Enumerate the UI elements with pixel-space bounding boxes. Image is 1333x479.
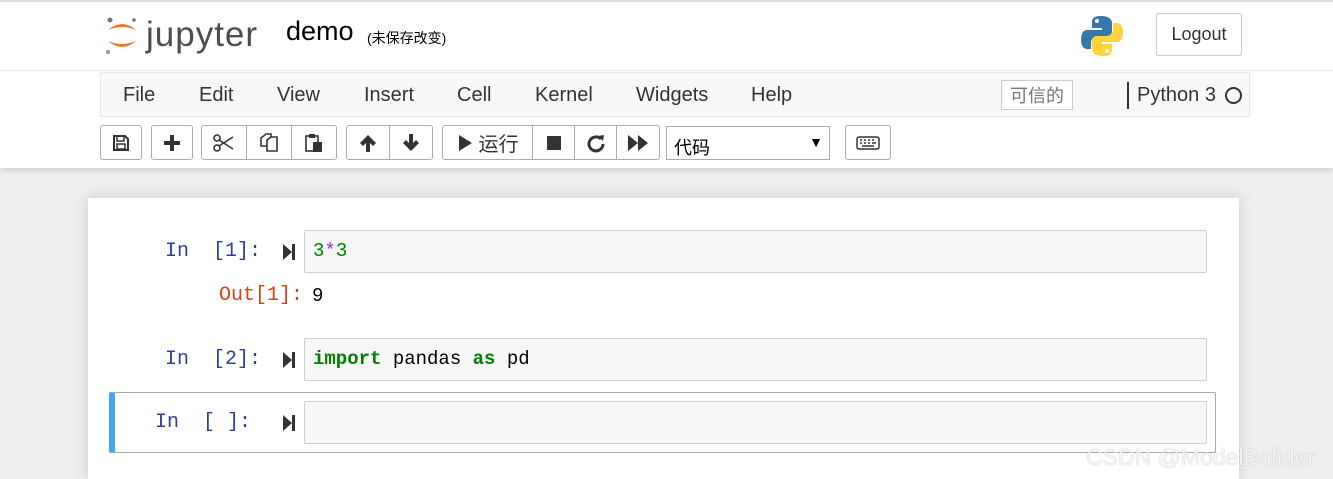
header-divider (0, 70, 1333, 71)
logo-text: jupyter (146, 15, 259, 54)
menu-cell[interactable]: Cell (457, 84, 491, 107)
code-input-cell[interactable]: 3*3 (304, 230, 1207, 273)
scissors-icon (213, 133, 234, 152)
cell-type-select[interactable]: 代码 ▼ (666, 126, 830, 160)
code-input-cell[interactable]: import pandas as pd (304, 338, 1207, 381)
move-down-button[interactable] (389, 125, 433, 160)
command-palette-button[interactable] (845, 125, 891, 160)
fast-forward-icon (628, 134, 648, 151)
run-cell-icon[interactable] (282, 351, 296, 369)
code-module: pandas (381, 348, 473, 370)
kernel-separator (1127, 82, 1129, 109)
arrow-down-icon (403, 133, 419, 151)
input-prompt: In [1]: (165, 240, 262, 263)
notebook-container: In [1]: 3*3 Out[1]: 9 In [2]: import pan… (88, 198, 1239, 479)
kernel-idle-icon (1225, 87, 1242, 104)
cell-type-value: 代码 (674, 138, 710, 158)
menu-insert[interactable]: Insert (364, 84, 414, 107)
paste-button[interactable] (291, 125, 337, 160)
keyboard-icon (856, 135, 880, 150)
code-number: 3 (313, 240, 325, 262)
menu-edit[interactable]: Edit (199, 84, 233, 107)
save-status: (未保存改变) (367, 30, 447, 46)
menubar: File Edit View Insert Cell Kernel Widget… (100, 72, 1250, 117)
trusted-indicator[interactable]: 可信的 (1001, 80, 1073, 110)
save-icon (113, 134, 129, 151)
insert-cell-button[interactable] (151, 125, 193, 160)
copy-icon (260, 132, 278, 152)
run-cell-icon[interactable] (282, 243, 296, 261)
code-keyword: as (472, 348, 496, 370)
copy-button[interactable] (246, 125, 292, 160)
restart-run-all-button[interactable] (616, 125, 660, 160)
kernel-name[interactable]: Python 3 (1137, 84, 1216, 107)
code-input-cell[interactable] (304, 401, 1207, 444)
notebook-name[interactable]: demo (286, 16, 354, 47)
code-number: 3 (335, 240, 348, 262)
menu-widgets[interactable]: Widgets (636, 84, 708, 107)
plus-icon (164, 134, 180, 151)
code-alias: pd (495, 348, 530, 370)
restart-icon (587, 134, 604, 152)
python-logo-icon (1081, 16, 1123, 56)
cell-output: 9 (312, 285, 324, 307)
move-up-button[interactable] (346, 125, 390, 160)
stop-icon (546, 135, 561, 150)
run-button[interactable]: 运行 (442, 125, 533, 160)
menu-view[interactable]: View (277, 84, 320, 107)
chevron-down-icon: ▼ (809, 134, 823, 150)
menu-file[interactable]: File (123, 84, 155, 107)
jupyter-logo[interactable]: jupyter (104, 14, 258, 56)
menu-help[interactable]: Help (751, 84, 792, 107)
interrupt-button[interactable] (532, 125, 575, 160)
run-cell-icon[interactable] (282, 414, 296, 432)
input-prompt: In [2]: (165, 348, 262, 371)
save-button[interactable] (100, 125, 142, 160)
input-prompt: In [ ]: (155, 411, 252, 434)
menu-kernel[interactable]: Kernel (535, 84, 593, 107)
code-keyword: import (313, 348, 382, 370)
output-prompt: Out[1]: (219, 284, 304, 307)
arrow-up-icon (360, 134, 376, 152)
run-label: 运行 (478, 134, 519, 156)
cut-button[interactable] (201, 125, 247, 160)
watermark: CSDN @ModelBulider (1086, 444, 1316, 470)
paste-icon (305, 133, 322, 152)
code-operator: * (324, 240, 336, 262)
play-icon (458, 134, 472, 151)
restart-button[interactable] (574, 125, 617, 160)
jupyter-logo-icon (105, 17, 136, 55)
logout-button[interactable]: Logout (1156, 13, 1242, 56)
